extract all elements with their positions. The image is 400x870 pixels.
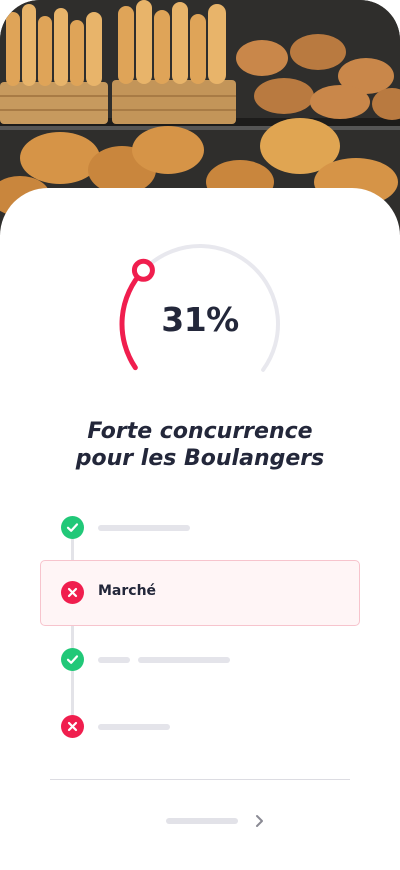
score-percentage: 31%: [161, 300, 239, 339]
chevron-right-icon[interactable]: [250, 812, 268, 830]
footer-divider: [50, 779, 350, 780]
title-line-1: Forte concurrence: [87, 419, 313, 444]
step-label-placeholder: [98, 724, 170, 730]
gauge-knob: [131, 258, 155, 282]
step-item-3[interactable]: [0, 648, 400, 688]
footer-label-placeholder: [166, 818, 238, 824]
cross-icon: [61, 715, 84, 738]
timeline-connector: [71, 528, 74, 728]
app-screen: 31% Forte concurrence pour les Boulanger…: [0, 0, 400, 870]
cross-icon: [61, 581, 84, 604]
page-title: Forte concurrence pour les Boulangers: [0, 418, 400, 472]
step-item-2[interactable]: [0, 581, 400, 621]
step-label-marche: Marché: [98, 583, 157, 599]
step-item-4[interactable]: [0, 715, 400, 755]
step-label-placeholder: [98, 525, 190, 531]
check-icon: [61, 516, 84, 539]
check-icon: [61, 648, 84, 671]
step-label-placeholder: [98, 657, 130, 663]
step-item-1[interactable]: [0, 516, 400, 556]
title-line-2: pour les Boulangers: [75, 446, 325, 471]
step-label-placeholder: [138, 657, 230, 663]
